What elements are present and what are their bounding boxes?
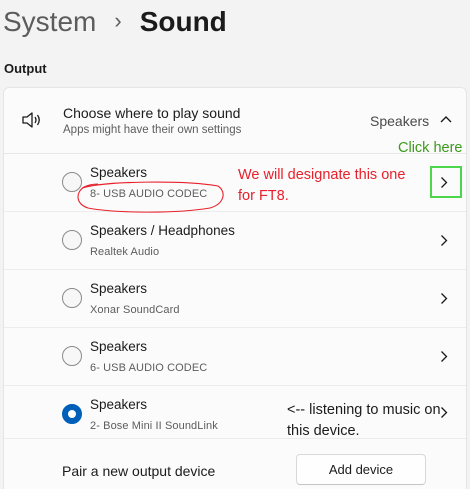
breadcrumb-separator-icon: › [114,8,122,33]
chevron-right-icon[interactable] [440,350,448,363]
device-detail: 2- Bose Mini II SoundLink [90,420,218,432]
device-radio[interactable] [62,346,82,366]
device-radio[interactable] [62,288,82,308]
device-name: Speakers [90,165,148,180]
speaker-icon [22,112,40,128]
choose-output-header[interactable]: Choose where to play sound Apps might ha… [4,88,466,154]
device-detail: 8- USB AUDIO CODEC [90,188,208,200]
page-title: Sound [139,6,227,37]
device-name: Speakers [90,397,148,412]
device-detail: Realtek Audio [90,246,160,258]
device-name: Speakers [90,339,148,354]
listening-annotation-line1: <-- listening to music on [287,402,441,418]
breadcrumb: System › Sound [3,2,227,42]
designate-annotation-line1: We will designate this one [238,167,406,183]
device-detail: 6- USB AUDIO CODEC [90,362,208,374]
output-device-row[interactable]: Speakers Xonar SoundCard [4,270,466,328]
chevron-right-icon[interactable] [440,234,448,247]
device-radio-selected[interactable] [62,404,82,424]
designate-annotation-line2: for FT8. [238,188,289,204]
chevron-right-icon[interactable] [440,406,448,419]
chevron-up-icon[interactable] [439,114,453,124]
device-radio[interactable] [62,230,82,250]
click-here-highlight-box [430,166,462,198]
selected-output-value: Speakers [370,113,430,129]
output-device-row[interactable]: Speakers 6- USB AUDIO CODEC [4,328,466,386]
listening-annotation-line2: this device. [287,423,360,439]
output-device-row[interactable]: Speakers / Headphones Realtek Audio [4,212,466,270]
device-name: Speakers / Headphones [90,223,235,238]
pair-device-row: Pair a new output device Add device [4,439,466,489]
breadcrumb-system[interactable]: System [3,6,96,38]
device-radio[interactable] [62,172,82,192]
device-name: Speakers [90,281,148,296]
add-device-button[interactable]: Add device [296,454,426,485]
click-here-annotation: Click here [398,140,463,156]
choose-output-title: Choose where to play sound [63,105,241,121]
choose-output-subtitle: Apps might have their own settings [63,124,242,136]
device-detail: Xonar SoundCard [90,304,180,316]
output-section-label: Output [4,61,47,76]
chevron-right-icon[interactable] [440,292,448,305]
pair-device-label: Pair a new output device [62,463,216,479]
